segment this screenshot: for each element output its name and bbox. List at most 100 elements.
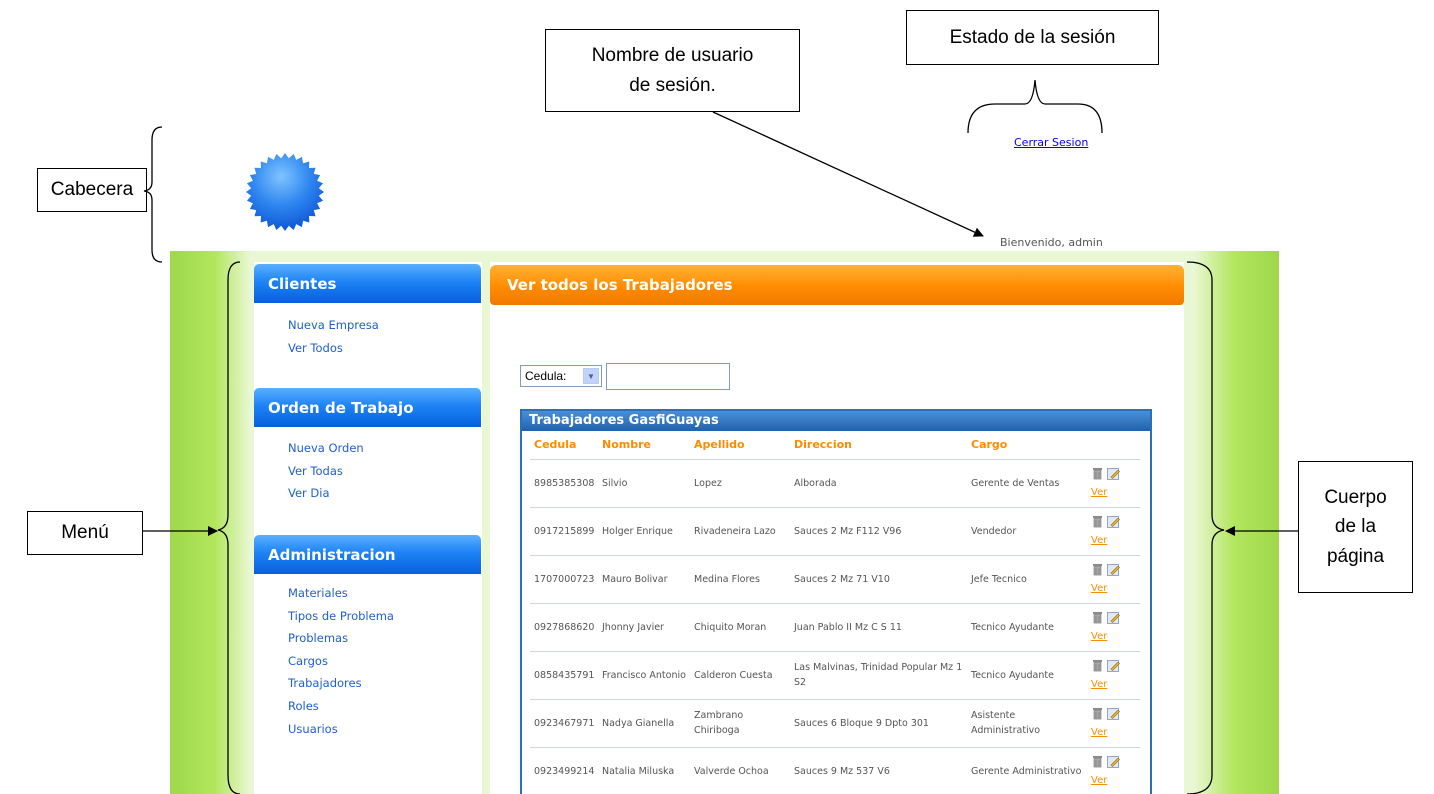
column-header[interactable]: Cargo [967, 431, 1087, 460]
column-header[interactable]: Cedula [530, 431, 598, 460]
trash-icon[interactable] [1091, 467, 1104, 480]
trash-icon[interactable] [1091, 611, 1104, 624]
view-link[interactable]: Ver [1091, 679, 1107, 690]
menu-item-problems[interactable]: Problemas [288, 627, 394, 650]
trash-icon[interactable] [1091, 755, 1104, 768]
logout-link[interactable]: Cerrar Sesion [1014, 136, 1088, 149]
cell-actions: Ver [1087, 459, 1140, 508]
menu-item-view-day[interactable]: Ver Dia [288, 482, 364, 505]
column-header[interactable]: Nombre [598, 431, 690, 460]
cell-actions: Ver [1087, 603, 1140, 652]
cell-cedula: 0923499214 [530, 747, 598, 794]
column-header[interactable]: Apellido [690, 431, 790, 460]
menu-item-new-order[interactable]: Nueva Orden [288, 437, 364, 460]
annotation-menu: Menú [27, 511, 143, 555]
view-link[interactable]: Ver [1091, 631, 1107, 642]
session-brace [967, 79, 1103, 134]
workers-table: Cedula Nombre Apellido Direccion Cargo 8… [530, 431, 1140, 794]
edit-icon[interactable] [1107, 659, 1120, 672]
menu-item-workers[interactable]: Trabajadores [288, 672, 394, 695]
welcome-message: Bienvenido, admin [1000, 236, 1103, 249]
menu-item-new-company[interactable]: Nueva Empresa [288, 314, 379, 337]
annotation-body-line1: Cuerpo [1324, 486, 1387, 508]
view-link[interactable]: Ver [1091, 487, 1107, 498]
chevron-down-icon[interactable]: ▼ [583, 368, 599, 384]
edit-icon[interactable] [1107, 755, 1120, 768]
column-header-actions [1087, 431, 1140, 460]
menu-list-clients: Nueva Empresa Ver Todos [288, 314, 379, 359]
filter-field-value: Cedula: [525, 369, 567, 383]
cell-cedula: 0858435791 [530, 651, 598, 700]
username-arrow [712, 111, 984, 237]
filter-field-select[interactable]: Cedula: ▼ [520, 365, 602, 387]
menu-item-roles[interactable]: Roles [288, 695, 394, 718]
view-link[interactable]: Ver [1091, 775, 1107, 786]
menu-item-materials[interactable]: Materiales [288, 582, 394, 605]
edit-icon[interactable] [1107, 611, 1120, 624]
cell-direccion: Sauces 9 Mz 537 V6 [790, 747, 967, 794]
edit-icon[interactable] [1107, 467, 1120, 480]
annotation-username: Nombre de usuario de sesión. [545, 29, 800, 112]
filter-input[interactable] [606, 363, 730, 390]
cell-actions: Ver [1087, 651, 1140, 700]
row-actions [1091, 563, 1120, 576]
trash-icon[interactable] [1091, 563, 1104, 576]
column-header[interactable]: Direccion [790, 431, 967, 460]
row-actions [1091, 467, 1120, 480]
row-actions [1091, 707, 1120, 720]
edit-icon[interactable] [1107, 707, 1120, 720]
edit-icon[interactable] [1107, 563, 1120, 576]
trash-icon[interactable] [1091, 707, 1104, 720]
cell-cargo: Gerente Administrativo [967, 747, 1087, 794]
cell-direccion: Sauces 2 Mz 71 V10 [790, 555, 967, 604]
menu-item-problem-types[interactable]: Tipos de Problema [288, 605, 394, 628]
row-actions [1091, 755, 1120, 768]
table-row: 0917215899 Holger Enrique Rivadeneira Lazo… [530, 507, 1140, 556]
menu-item-view-all-orders[interactable]: Ver Todas [288, 460, 364, 483]
cell-nombre: Natalia Miluska [598, 747, 690, 794]
page-frame-right [1194, 251, 1279, 794]
cell-cedula: 1707000723 [530, 555, 598, 604]
cell-apellido: Medina Flores [690, 555, 790, 604]
menu-item-positions[interactable]: Cargos [288, 650, 394, 673]
menu-item-view-all-clients[interactable]: Ver Todos [288, 337, 379, 360]
view-link[interactable]: Ver [1091, 535, 1107, 546]
menu-item-users[interactable]: Usuarios [288, 718, 394, 741]
table-row: 0923467971 Nadya Gianella Zambrano Chiribo… [530, 699, 1140, 748]
cell-cedula: 8985385308 [530, 459, 598, 508]
cell-direccion: Juan Pablo II Mz C S 11 [790, 603, 967, 652]
view-link[interactable]: Ver [1091, 727, 1107, 738]
menu-header-clients: Clientes [254, 264, 481, 303]
cell-cargo: Jefe Tecnico [967, 555, 1087, 604]
workers-grid: Trabajadores GasfiGuayas Cedula Nombre A… [520, 409, 1152, 794]
cell-actions: Ver [1087, 747, 1140, 794]
page-title: Ver todos los Trabajadores [490, 265, 1184, 305]
annotation-body-line2: de la [1334, 516, 1377, 538]
cell-apellido: Calderon Cuesta [690, 651, 790, 700]
view-link[interactable]: Ver [1091, 583, 1107, 594]
cell-direccion: Sauces 6 Bloque 9 Dpto 301 [790, 699, 967, 748]
annotation-body: Cuerpo de la página [1298, 461, 1413, 593]
table-header-row: Cedula Nombre Apellido Direccion Cargo [530, 431, 1140, 460]
trash-icon[interactable] [1091, 659, 1104, 672]
annotation-username-line2: de sesión. [629, 74, 716, 96]
cell-nombre: Francisco Antonio [598, 651, 690, 700]
table-row: 0927868620 Jhonny Javier Chiquito Moran Jua… [530, 603, 1140, 652]
cell-actions: Ver [1087, 699, 1140, 748]
cell-cargo: Tecnico Ayudante [967, 651, 1087, 700]
cell-direccion: Alborada [790, 459, 967, 508]
menu-list-admin: Materiales Tipos de Problema Problemas C… [288, 582, 394, 740]
table-row: 0923499214 Natalia Miluska Valverde Ochoa S… [530, 747, 1140, 794]
cell-apellido: Lopez [690, 459, 790, 508]
cell-actions: Ver [1087, 507, 1140, 556]
table-row: 8985385308 Silvio Lopez Alborada Gerente de … [530, 459, 1140, 508]
cell-cargo: Vendedor [967, 507, 1087, 556]
menu-header-admin: Administracion [254, 535, 481, 574]
cell-cedula: 0917215899 [530, 507, 598, 556]
trash-icon[interactable] [1091, 515, 1104, 528]
cell-nombre: Nadya Gianella [598, 699, 690, 748]
cell-cedula: 0927868620 [530, 603, 598, 652]
starburst-logo [246, 153, 324, 231]
cell-actions: Ver [1087, 555, 1140, 604]
edit-icon[interactable] [1107, 515, 1120, 528]
